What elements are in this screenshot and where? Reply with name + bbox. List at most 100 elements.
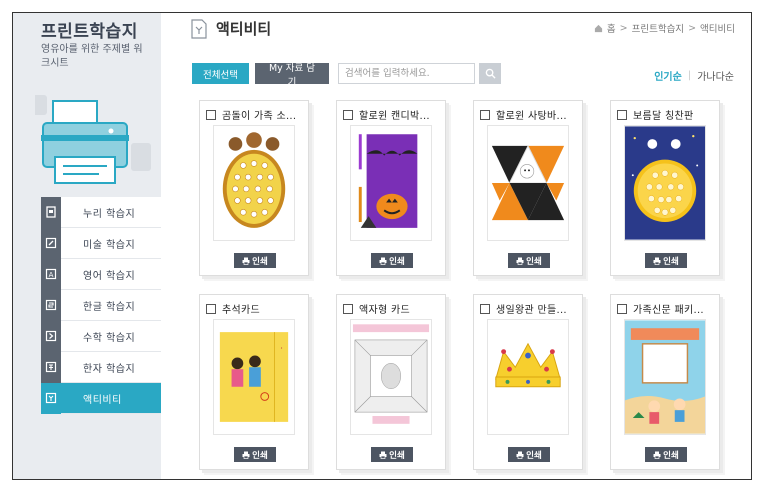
sidebar-item-english[interactable]: A 영어 학습지 [41,258,161,290]
sort-popular[interactable]: 인기순 [654,68,682,83]
search-button[interactable] [479,63,501,84]
sidebar-item-label: 액티비티 [83,394,122,406]
card-checkbox[interactable] [343,109,353,120]
card-title[interactable]: 곰돌이 가족 소... [222,107,308,122]
toolbar: 전체선택 My 자료 담기 [192,63,501,88]
printer-icon [516,451,524,459]
card-title[interactable]: 가족신문 패키... [633,301,719,316]
print-button[interactable]: 인쇄 [234,447,276,462]
print-button[interactable]: 인쇄 [371,447,413,462]
card-thumbnail[interactable]: • [213,319,295,435]
print-button[interactable]: 인쇄 [371,253,413,268]
card-thumbnail[interactable] [624,125,706,241]
family-newspaper-thumbnail [625,320,705,434]
card-title[interactable]: 할로윈 사탕바... [496,107,582,122]
activity-card[interactable]: 액자형 카드 인쇄 [336,294,446,470]
card-title[interactable]: 추석카드 [222,301,308,316]
print-button[interactable]: 인쇄 [508,447,550,462]
printer-icon [379,257,387,265]
card-title[interactable]: 할로윈 캔디박... [359,107,445,122]
activity-card[interactable]: 할로윈 사탕바... 인쇄 [473,100,583,276]
birthday-crown-thumbnail [488,320,568,434]
sidebar-menu: 누리 학습지 미술 학습지 A 영어 학습지 한글 학습지 수학 학습지 한자 … [41,196,161,414]
print-label: 인쇄 [663,450,679,461]
print-label: 인쇄 [252,450,268,461]
sidebar-item-label: 미술 학습지 [83,239,136,251]
halloween-candy-bag-thumbnail [488,126,568,240]
card-title[interactable]: 액자형 카드 [359,301,445,316]
search-input[interactable] [338,63,475,84]
card-checkbox[interactable] [206,109,216,120]
printer-icon [516,257,524,265]
card-thumbnail[interactable] [350,319,432,435]
sidebar-item-hangul[interactable]: 한글 학습지 [41,289,161,321]
card-thumbnail[interactable] [487,125,569,241]
activity-card[interactable]: 곰돌이 가족 소... 인쇄 [199,100,309,276]
note-icon [41,196,61,228]
activity-card[interactable]: 가족신문 패키... 인쇄 [610,294,720,470]
sidebar-item-nuri[interactable]: 누리 학습지 [41,196,161,228]
printer-icon [242,451,250,459]
activity-card[interactable]: 생일왕관 만들... 인쇄 [473,294,583,470]
print-button[interactable]: 인쇄 [645,253,687,268]
breadcrumb-current[interactable]: 액티비티 [700,21,735,35]
activity-card[interactable]: 보름달 칭찬판 인쇄 [610,100,720,276]
sidebar-item-hanja[interactable]: 한자 학습지 [41,351,161,383]
home-icon[interactable] [594,24,603,33]
card-checkbox[interactable] [617,109,627,120]
activity-card[interactable]: 할로윈 캔디박... 인쇄 [336,100,446,276]
activity-icon [41,382,61,414]
sidebar: 프린트학습지 영유아를 위한 주제별 워크시트 누리 학습지 미술 학습지 A … [13,13,161,479]
card-title[interactable]: 생일왕관 만들... [496,301,582,316]
printer-icon [379,451,387,459]
hangul-icon [41,289,61,321]
sort-divider: | [687,70,692,81]
frame-card-thumbnail [351,320,431,434]
activity-card[interactable]: 추석카드 • 인쇄 [199,294,309,470]
search-icon [485,68,496,79]
halloween-candy-box-thumbnail [351,126,431,240]
full-moon-praise-board-thumbnail [625,126,705,240]
select-all-button[interactable]: 전체선택 [192,63,249,84]
printer-icon [653,451,661,459]
card-checkbox[interactable] [617,303,627,314]
card-checkbox[interactable] [206,303,216,314]
sidebar-item-label: 한글 학습지 [83,301,136,313]
card-thumbnail[interactable] [213,125,295,241]
printer-icon [653,257,661,265]
print-label: 인쇄 [526,256,542,267]
card-checkbox[interactable] [480,109,490,120]
breadcrumb-separator: > [619,22,628,34]
print-label: 인쇄 [389,256,405,267]
sidebar-item-label: 한자 학습지 [83,363,136,375]
card-title[interactable]: 보름달 칭찬판 [633,107,719,122]
my-save-button[interactable]: My 자료 담기 [255,63,329,88]
card-thumbnail[interactable] [350,125,432,241]
math-icon [41,320,61,352]
print-button[interactable]: 인쇄 [508,253,550,268]
breadcrumb-home[interactable]: 홈 [607,21,616,35]
print-button[interactable]: 인쇄 [234,253,276,268]
print-label: 인쇄 [252,256,268,267]
printer-icon [242,257,250,265]
card-checkbox[interactable] [480,303,490,314]
pencil-icon [41,227,61,259]
sidebar-item-math[interactable]: 수학 학습지 [41,320,161,352]
print-label: 인쇄 [389,450,405,461]
app-frame: 프린트학습지 영유아를 위한 주제별 워크시트 누리 학습지 미술 학습지 A … [12,12,752,480]
main-content: 액티비티 홈 > 프린트학습지 > 액티비티 전체선택 My 자료 담기 인기순… [161,13,751,479]
sort-alphabetical[interactable]: 가나다순 [697,68,734,83]
bear-family-thumbnail [214,126,294,240]
print-button[interactable]: 인쇄 [645,447,687,462]
sidebar-item-art[interactable]: 미술 학습지 [41,227,161,259]
sidebar-item-activity[interactable]: 액티비티 [41,382,161,414]
card-checkbox[interactable] [343,303,353,314]
breadcrumb-section[interactable]: 프린트학습지 [632,21,684,35]
letter-a-icon: A [41,258,61,290]
printer-illustration [35,95,151,184]
card-thumbnail[interactable] [487,319,569,435]
chuseok-card-thumbnail: • [214,320,294,434]
sidebar-item-label: 수학 학습지 [83,332,136,344]
page-title: 액티비티 [216,20,272,38]
card-thumbnail[interactable] [624,319,706,435]
